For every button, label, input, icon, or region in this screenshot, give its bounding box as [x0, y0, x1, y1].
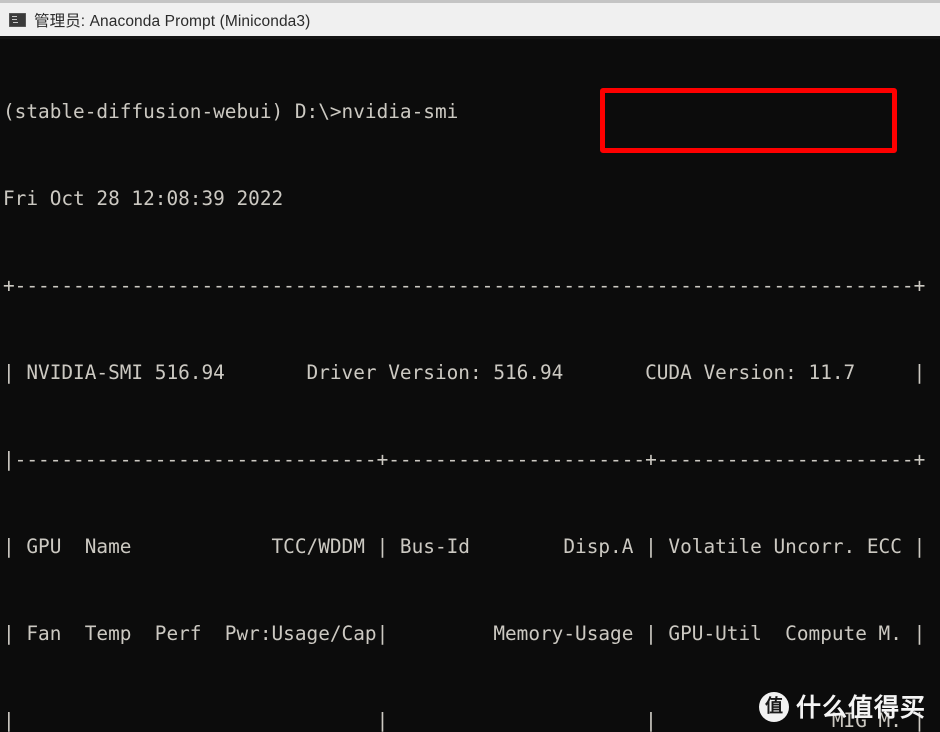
- timestamp-line: Fri Oct 28 12:08:39 2022: [3, 187, 284, 210]
- smi-header: | NVIDIA-SMI 516.94 Driver Version: 516.…: [3, 361, 926, 384]
- window-title-bar[interactable]: 管理员: Anaconda Prompt (Miniconda3): [0, 0, 940, 36]
- smi-border-top: +---------------------------------------…: [3, 274, 926, 297]
- window-title-text: 管理员: Anaconda Prompt (Miniconda3): [34, 12, 311, 30]
- smi-col-head-3: | | | MIG M. |: [3, 709, 926, 732]
- terminal-output[interactable]: (stable-diffusion-webui) D:\>nvidia-smi …: [0, 39, 940, 732]
- console-icon: [9, 12, 26, 27]
- smi-rule-thin: |-------------------------------+-------…: [3, 448, 926, 471]
- smi-col-head-1: | GPU Name TCC/WDDM | Bus-Id Disp.A | Vo…: [3, 535, 926, 558]
- prompt-line: (stable-diffusion-webui) D:\>nvidia-smi: [3, 100, 459, 123]
- smi-col-head-2: | Fan Temp Perf Pwr:Usage/Cap| Memory-Us…: [3, 622, 926, 645]
- screenshot-root: 管理员: Anaconda Prompt (Miniconda3) (stabl…: [0, 0, 940, 732]
